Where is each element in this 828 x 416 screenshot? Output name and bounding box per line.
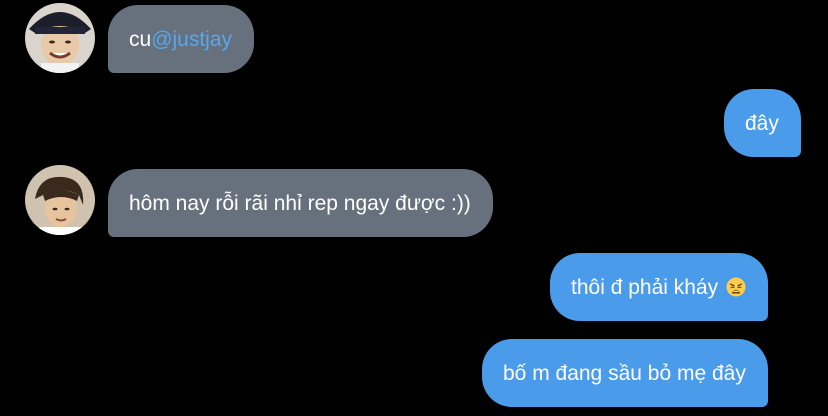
contact-avatar-2[interactable] xyxy=(25,165,95,235)
message-text: hôm nay rỗi rãi nhỉ rep ngay được :)) xyxy=(129,191,471,215)
message-text: đây xyxy=(745,111,779,135)
message-text: cu xyxy=(129,27,152,51)
weary-face-icon xyxy=(726,277,746,297)
message-text: thôi đ phải kháy xyxy=(571,275,719,299)
contact-avatar-1[interactable] xyxy=(25,3,95,73)
message-bubble-2[interactable]: đây xyxy=(724,89,801,157)
message-bubble-3[interactable]: hôm nay rỗi rãi nhỉ rep ngay được :)) xyxy=(108,169,493,237)
message-bubble-4[interactable]: thôi đ phải kháy xyxy=(550,253,769,321)
message-bubble-5[interactable]: bố m đang sầu bỏ mẹ đây xyxy=(482,339,768,407)
message-text: bố m đang sầu bỏ mẹ đây xyxy=(503,361,746,385)
user-mention-link[interactable]: @justjay xyxy=(151,29,232,50)
message-bubble-1[interactable]: cu @justjay xyxy=(108,5,255,73)
